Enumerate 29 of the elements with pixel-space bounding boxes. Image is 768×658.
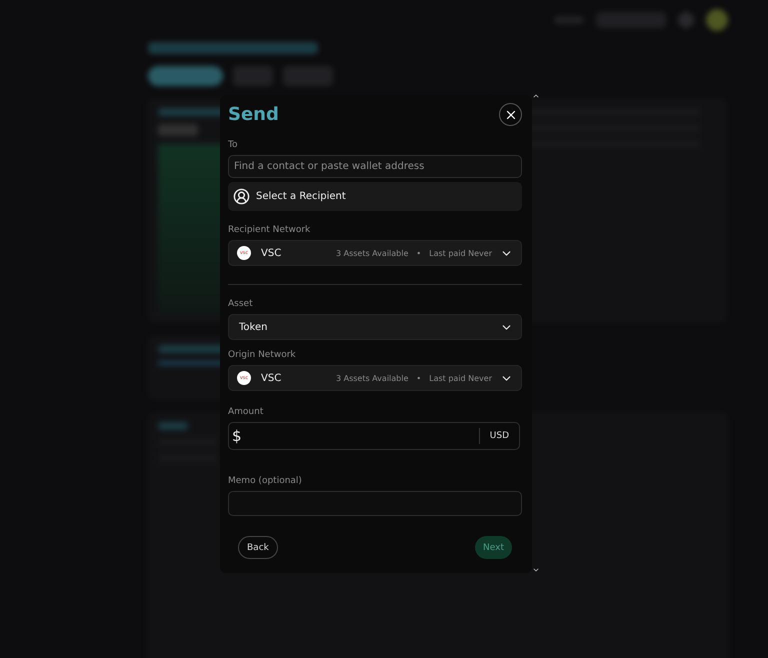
close-button[interactable] <box>499 103 522 126</box>
assets-count: 3 Assets Available <box>336 248 408 258</box>
field-label: Recipient Network <box>228 225 312 235</box>
dollar-sign: $ <box>232 427 243 445</box>
last-paid: Last paid Never <box>429 248 492 258</box>
currency-label: USD <box>478 428 509 444</box>
select-recipient-button[interactable]: Select a Recipient <box>228 182 522 211</box>
address-input[interactable]: Find a contact or paste wallet address <box>228 155 522 178</box>
scroll-down-icon[interactable] <box>532 566 540 574</box>
assets-count: 3 Assets Available <box>336 374 408 382</box>
asset-select[interactable]: Token <box>228 314 522 340</box>
separator-dot: • <box>416 248 422 258</box>
avatar <box>706 9 728 31</box>
asset-value: Token <box>239 322 268 332</box>
back-button[interactable]: Back <box>238 536 278 559</box>
field-label: Amount <box>228 407 264 417</box>
field-label: To <box>228 140 238 150</box>
network-name: VSC <box>261 372 282 384</box>
field-label: Asset <box>228 299 254 309</box>
separator-dot: • <box>416 374 422 382</box>
field-label: Memo (optional) <box>228 476 303 486</box>
dialog-title: Send <box>228 104 279 125</box>
network-name: VSC <box>261 248 282 258</box>
amount-input[interactable]: $ USD <box>228 422 520 450</box>
field-label: Origin Network <box>228 350 297 360</box>
memo-input[interactable] <box>228 491 522 516</box>
last-paid: Last paid Never <box>429 374 492 382</box>
scroll-up-icon[interactable] <box>532 92 540 100</box>
user-icon <box>233 188 250 205</box>
